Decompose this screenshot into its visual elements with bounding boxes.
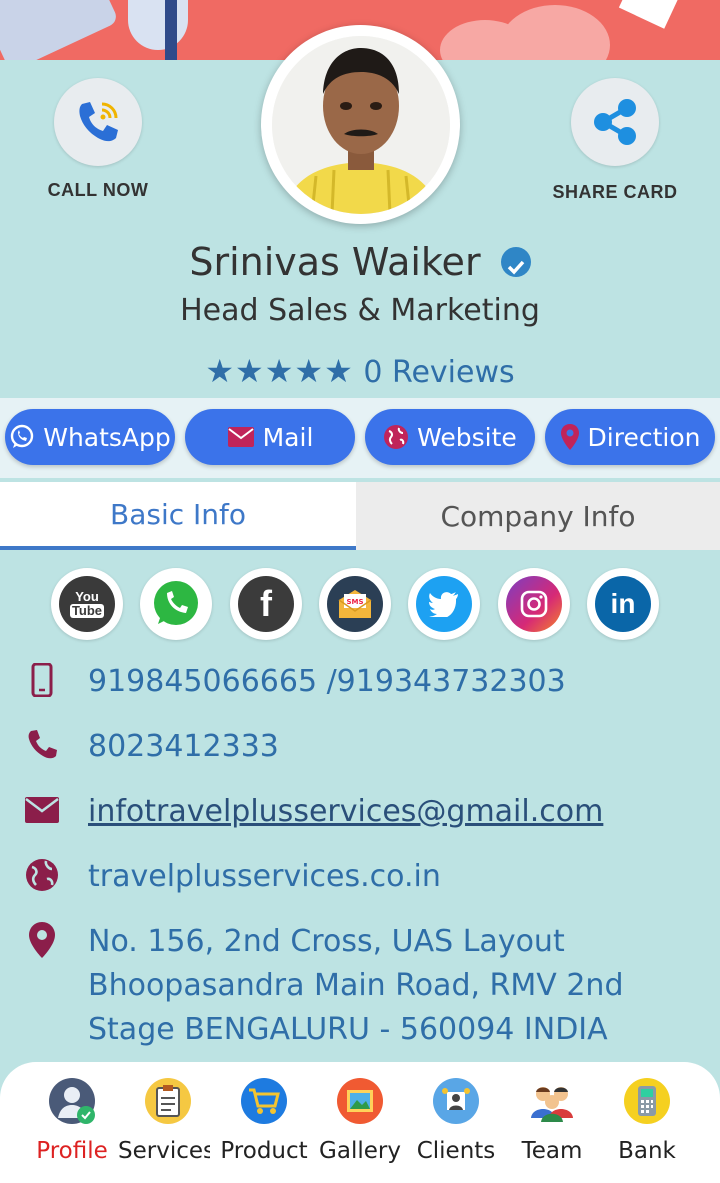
whatsapp-link[interactable]: [140, 568, 212, 640]
globe-icon: [22, 855, 62, 895]
cloud-graphic: [500, 5, 610, 60]
rating-row[interactable]: ★★★★★ 0 Reviews: [0, 352, 720, 390]
whatsapp-button[interactable]: WhatsApp: [5, 409, 175, 465]
sms-icon: SMS: [327, 576, 383, 632]
airplane-strut-graphic: [165, 0, 177, 60]
website-button[interactable]: Website: [365, 409, 535, 465]
mail-icon: [227, 427, 254, 447]
instagram-icon: [506, 576, 562, 632]
sms-link[interactable]: SMS: [319, 568, 391, 640]
clients-icon: [433, 1078, 479, 1124]
profile-name: Srinivas Waiker: [189, 240, 481, 284]
location-pin-icon: [22, 920, 62, 960]
phone-icon: [22, 724, 62, 764]
nav-item-gallery[interactable]: Gallery: [310, 1078, 410, 1164]
direction-button[interactable]: Direction: [545, 409, 715, 465]
email-link[interactable]: infotravelplusservices@gmail.com: [88, 790, 603, 834]
facebook-link[interactable]: f: [230, 568, 302, 640]
avatar: [271, 35, 450, 214]
verified-badge-icon: [500, 246, 531, 277]
nav-item-clients[interactable]: Clients: [406, 1078, 506, 1164]
rating-stars-icon: ★★★★★: [205, 352, 354, 390]
ticket-graphic: [618, 0, 682, 29]
profile-name-row: Srinivas Waiker: [0, 240, 720, 284]
airplane-engine-graphic: [128, 0, 188, 50]
whatsapp-button-label: WhatsApp: [43, 422, 171, 452]
twitter-link[interactable]: [408, 568, 480, 640]
call-now-button[interactable]: [54, 78, 142, 166]
nav-item-services[interactable]: Services: [118, 1078, 218, 1164]
svg-text:SMS: SMS: [346, 598, 363, 606]
instagram-link[interactable]: [498, 568, 570, 640]
website-link[interactable]: travelplusservices.co.in: [88, 855, 441, 899]
nav-label-bank: Bank: [618, 1138, 676, 1164]
nav-item-product[interactable]: Product: [214, 1078, 314, 1164]
tab-company-info[interactable]: Company Info: [356, 482, 720, 550]
youtube-icon: You Tube: [59, 576, 115, 632]
nav-label-gallery: Gallery: [319, 1138, 401, 1164]
team-icon: [529, 1078, 575, 1124]
youtube-link[interactable]: You Tube: [51, 568, 123, 640]
map-pin-icon: [560, 424, 579, 450]
mail-button[interactable]: Mail: [185, 409, 355, 465]
nav-item-team[interactable]: Team: [502, 1078, 602, 1164]
email-icon: [22, 790, 62, 830]
nav-item-profile[interactable]: Profile: [22, 1078, 122, 1164]
call-now-label: CALL NOW: [47, 180, 149, 200]
globe-icon: [384, 425, 409, 449]
tab-basic-info[interactable]: Basic Info: [0, 482, 356, 550]
reviews-count: 0 Reviews: [363, 355, 515, 390]
twitter-icon: [416, 576, 472, 632]
profile-icon: [49, 1078, 95, 1124]
mail-button-label: Mail: [262, 422, 314, 452]
linkedin-link[interactable]: in: [587, 568, 659, 640]
gallery-icon: [337, 1078, 383, 1124]
whatsapp-icon: [11, 424, 34, 448]
address-text[interactable]: No. 156, 2nd Cross, UAS Layout Bhoopasan…: [88, 920, 688, 1052]
bank-icon: [624, 1078, 670, 1124]
direction-button-label: Direction: [587, 422, 701, 452]
phone-number[interactable]: 8023412333: [88, 725, 279, 769]
nav-label-product: Product: [220, 1138, 308, 1164]
nav-label-clients: Clients: [416, 1138, 496, 1164]
airplane-wing-graphic: [0, 0, 120, 60]
services-icon: [145, 1078, 191, 1124]
whatsapp-icon: [148, 576, 204, 632]
profile-title: Head Sales & Marketing: [180, 293, 540, 328]
mobile-numbers[interactable]: 919845066665 /919343732303: [88, 660, 566, 704]
share-card-label: SHARE CARD: [552, 182, 678, 202]
product-icon: [241, 1078, 287, 1124]
phone-ringing-icon: [79, 102, 118, 142]
facebook-icon: f: [238, 576, 294, 632]
nav-label-services: Services: [118, 1138, 210, 1164]
share-icon: [594, 99, 636, 145]
profile-photo: [261, 25, 460, 224]
website-button-label: Website: [417, 422, 517, 452]
mobile-icon: [22, 660, 62, 700]
nav-label-profile: Profile: [36, 1138, 108, 1164]
nav-label-team: Team: [521, 1138, 583, 1164]
linkedin-icon: in: [595, 576, 651, 632]
nav-item-bank[interactable]: Bank: [597, 1078, 697, 1164]
share-card-button[interactable]: [571, 78, 659, 166]
